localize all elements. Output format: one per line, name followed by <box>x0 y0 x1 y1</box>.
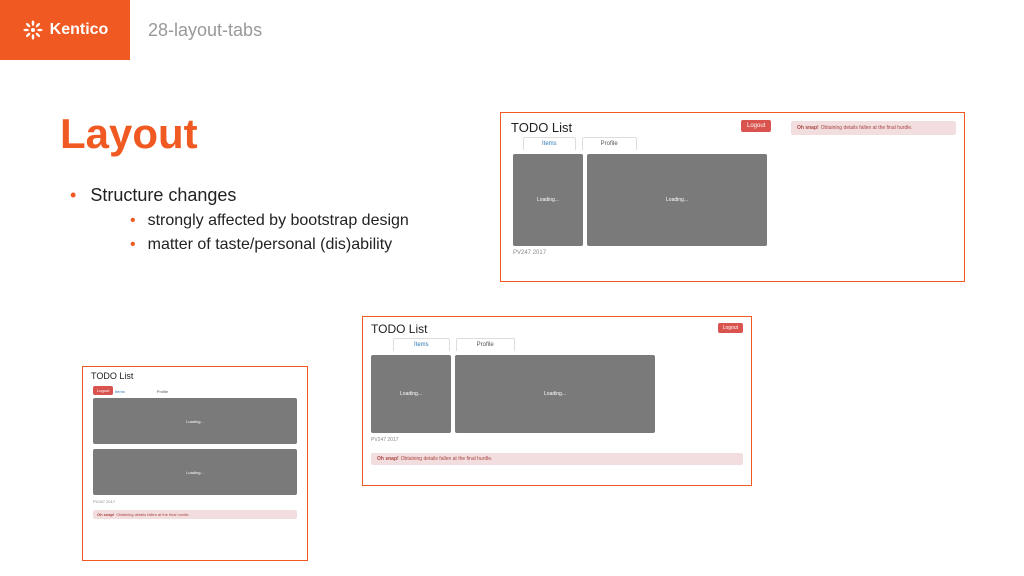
footer-year: 2017 <box>106 499 115 504</box>
footer-year: 2017 <box>533 250 546 256</box>
logout-button[interactable]: Logout <box>741 120 771 132</box>
footer-year: 2017 <box>387 437 398 443</box>
loading-panel: Loading... <box>587 154 767 246</box>
content-panels: Loading... Loading... <box>83 398 307 495</box>
layout-mockup-medium: TODO List Logout Items Profile Loading..… <box>362 316 752 486</box>
slide-tab-name: 28-layout-tabs <box>148 20 262 41</box>
bullet-level2: matter of taste/personal (dis)ability <box>130 236 409 254</box>
tab-items[interactable]: Items <box>111 388 129 395</box>
layout-mockup-wide: TODO List Logout Oh snap! Obtaining deta… <box>500 112 965 282</box>
mock-footer: PV247 2017 <box>363 433 751 447</box>
loading-panel: Loading... <box>513 154 583 246</box>
kentico-logo: Kentico <box>0 0 130 60</box>
loading-panel: Loading... <box>371 355 451 433</box>
alert-text: Obtaining details fallen at the final hu… <box>116 512 189 517</box>
loading-panel: Loading... <box>93 398 297 444</box>
header: Kentico 28-layout-tabs <box>0 0 1024 60</box>
mock-app-title: TODO List <box>363 317 751 338</box>
tab-profile[interactable]: Profile <box>456 338 515 351</box>
footer-course: PV247 <box>371 437 386 443</box>
alert-banner: Oh snap! Obtaining details fallen at the… <box>791 121 956 135</box>
bullet-list: Structure changes strongly affected by b… <box>70 185 409 254</box>
alert-text: Obtaining details fallen at the final hu… <box>401 456 493 462</box>
logout-button[interactable]: Logout <box>718 323 743 333</box>
tab-profile[interactable]: Profile <box>153 388 172 395</box>
content-panels: Loading... Loading... <box>501 154 964 246</box>
tab-items[interactable]: Items <box>523 137 576 150</box>
loading-panel: Loading... <box>455 355 655 433</box>
slide-title: Layout <box>60 110 198 158</box>
alert-banner: Oh snap! Obtaining details fallen at the… <box>93 510 297 519</box>
kentico-flower-icon <box>22 19 44 41</box>
mock-footer: PV247 2017 <box>501 246 964 260</box>
alert-banner: Oh snap! Obtaining details fallen at the… <box>371 453 743 465</box>
tab-profile[interactable]: Profile <box>582 137 637 150</box>
alert-strong: Oh snap! <box>97 512 114 517</box>
bullet-level2: strongly affected by bootstrap design <box>130 212 409 230</box>
bullet-level1: Structure changes <box>70 185 409 206</box>
tab-bar: Items Profile <box>501 137 964 154</box>
brand-text: Kentico <box>50 21 109 39</box>
content-panels: Loading... Loading... <box>363 355 751 433</box>
mock-app-title: TODO List <box>83 367 307 382</box>
alert-text: Obtaining details fallen at the final hu… <box>821 125 913 131</box>
tab-items[interactable]: Items <box>393 338 450 351</box>
logout-button[interactable]: Logout <box>93 386 113 395</box>
tab-bar: Items Profile <box>83 382 307 398</box>
footer-course: PV247 <box>93 499 105 504</box>
footer-course: PV247 <box>513 250 531 256</box>
layout-mockup-narrow: TODO List Logout Items Profile Loading..… <box>82 366 308 561</box>
alert-strong: Oh snap! <box>377 456 399 462</box>
mock-footer: PV247 2017 <box>83 495 307 508</box>
loading-panel: Loading... <box>93 449 297 495</box>
tab-bar: Items Profile <box>363 338 751 355</box>
alert-strong: Oh snap! <box>797 125 819 131</box>
